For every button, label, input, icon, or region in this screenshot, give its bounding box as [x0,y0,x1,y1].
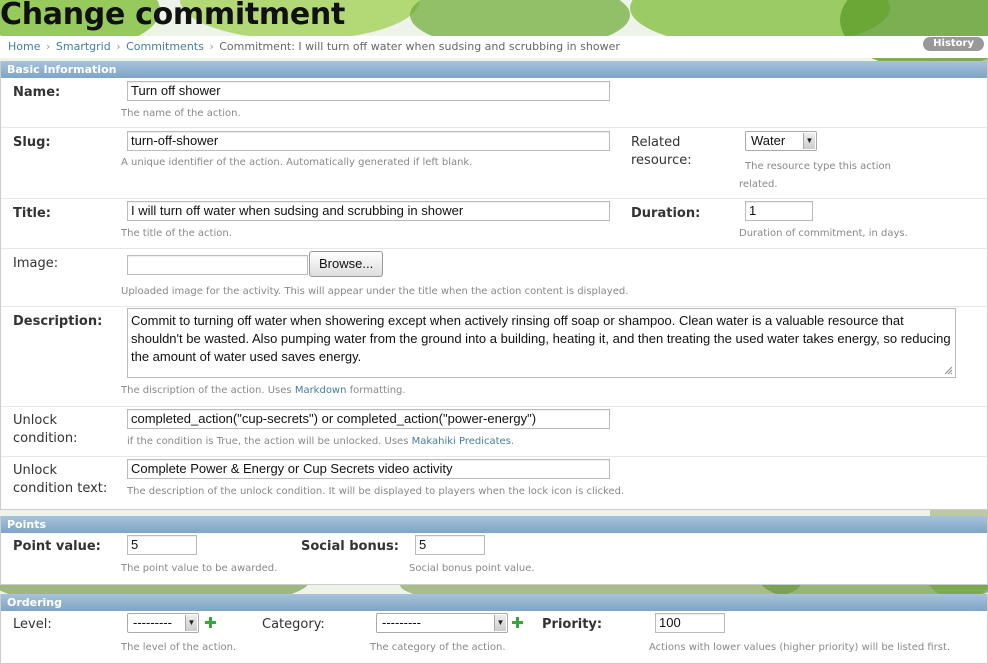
description-text: Commit to turning off water when showeri… [131,313,951,364]
unlock-condition-help-suffix: . [510,436,515,447]
points-header: Points [1,516,987,533]
title-row: Title: I will turn off water when sudsin… [1,199,987,249]
name-row: Name: Turn off shower The name of the ac… [1,78,987,128]
resize-grip-icon[interactable] [944,366,953,375]
point-value-input[interactable]: 5 [127,535,197,555]
chevron-down-icon: ▼ [803,133,815,149]
basic-information-fieldset: Basic Information Name: Turn off shower … [0,61,988,510]
category-select[interactable]: --------- ▼ [376,613,508,633]
breadcrumb-current: Commitment: I will turn off water when s… [219,40,620,53]
priority-help: Actions with lower values (higher priori… [649,642,951,653]
related-resource-label-line1: Related [631,135,681,150]
social-bonus-label: Social bonus: [301,539,399,554]
social-bonus-input[interactable]: 5 [415,535,485,555]
related-resource-help-line2: related. [739,179,778,190]
priority-label: Priority: [542,617,603,632]
unlock-condition-row: Unlock condition: completed_action("cup-… [1,407,987,457]
breadcrumb: Home › Smartgrid › Commitments › Commitm… [0,36,988,58]
breadcrumb-home[interactable]: Home [8,40,40,53]
social-bonus-help: Social bonus point value. [409,563,535,574]
image-file-input[interactable] [127,255,308,275]
unlock-condition-text-help: The description of the unlock condition.… [127,486,625,497]
category-label: Category: [262,617,325,632]
points-row: Point value: 5 The point value to be awa… [1,533,987,583]
name-label: Name: [13,85,61,100]
chevron-down-icon: ▼ [494,615,506,631]
level-label: Level: [13,617,52,632]
breadcrumb-smartgrid[interactable]: Smartgrid [56,40,111,53]
markdown-link[interactable]: Markdown [295,385,347,396]
related-resource-help-line1: The resource type this action [745,161,891,172]
unlock-condition-input[interactable]: completed_action("cup-secrets") or compl… [127,409,610,429]
level-value: --------- [133,615,172,630]
category-value: --------- [382,615,421,630]
category-help: The category of the action. [370,642,506,653]
breadcrumb-commitments[interactable]: Commitments [126,40,204,53]
unlock-condition-text-row: Unlock condition text: Complete Power & … [1,457,987,509]
unlock-condition-text-label-line2: condition text: [13,481,108,496]
ordering-fieldset: Ordering Level: --------- ▼ The level of… [0,594,988,664]
related-resource-label-line2: resource: [631,153,692,168]
description-help: The discription of the action. Uses Mark… [121,382,406,400]
level-select[interactable]: --------- ▼ [127,613,199,633]
page-title: Change commitment [0,0,345,32]
points-fieldset: Points Point value: 5 The point value to… [0,516,988,585]
related-resource-select[interactable]: Water ▼ [745,131,817,151]
duration-input[interactable]: 1 [745,201,813,221]
history-button[interactable]: History [923,37,984,51]
description-row: Description: Commit to turning off water… [1,307,987,407]
description-help-suffix: formatting. [346,385,406,396]
unlock-condition-help: if the condition is True, the action wil… [127,433,514,451]
unlock-condition-label-line2: condition: [13,431,78,446]
slug-label: Slug: [13,135,51,150]
description-help-text: The discription of the action. Uses [121,385,295,396]
related-resource-value: Water [751,133,786,148]
slug-help: A unique identifier of the action. Autom… [121,157,473,168]
image-help: Uploaded image for the activity. This wi… [121,286,629,297]
chevron-down-icon: ▼ [185,615,197,631]
add-category-icon[interactable] [512,617,523,628]
ordering-row: Level: --------- ▼ The level of the acti… [1,611,987,663]
description-textarea[interactable]: Commit to turning off water when showeri… [127,308,956,378]
name-input[interactable]: Turn off shower [127,81,610,101]
priority-input[interactable]: 100 [655,613,725,633]
title-label: Title: [13,206,52,221]
image-row: Image: Browse... Uploaded image for the … [1,249,987,307]
duration-help: Duration of commitment, in days. [739,228,908,239]
image-label: Image: [13,256,59,271]
slug-input[interactable]: turn-off-shower [127,131,610,151]
title-input[interactable]: I will turn off water when sudsing and s… [127,201,610,221]
makahiki-predicates-link[interactable]: Makahiki Predicates [412,436,511,447]
point-value-label: Point value: [13,539,101,554]
ordering-header: Ordering [1,594,987,611]
basic-information-header: Basic Information [1,61,987,78]
browse-button[interactable]: Browse... [309,251,384,277]
unlock-condition-help-text: if the condition is True, the action wil… [127,436,412,447]
slug-row: Slug: turn-off-shower A unique identifie… [1,128,987,199]
description-label: Description: [13,314,103,329]
name-help: The name of the action. [121,108,241,119]
add-level-icon[interactable] [205,617,216,628]
unlock-condition-text-label-line1: Unlock [13,463,57,478]
unlock-condition-label-line1: Unlock [13,413,57,428]
duration-label: Duration: [631,206,701,221]
point-value-help: The point value to be awarded. [121,563,278,574]
title-help: The title of the action. [121,228,232,239]
level-help: The level of the action. [121,642,237,653]
unlock-condition-text-input[interactable]: Complete Power & Energy or Cup Secrets v… [127,459,610,479]
